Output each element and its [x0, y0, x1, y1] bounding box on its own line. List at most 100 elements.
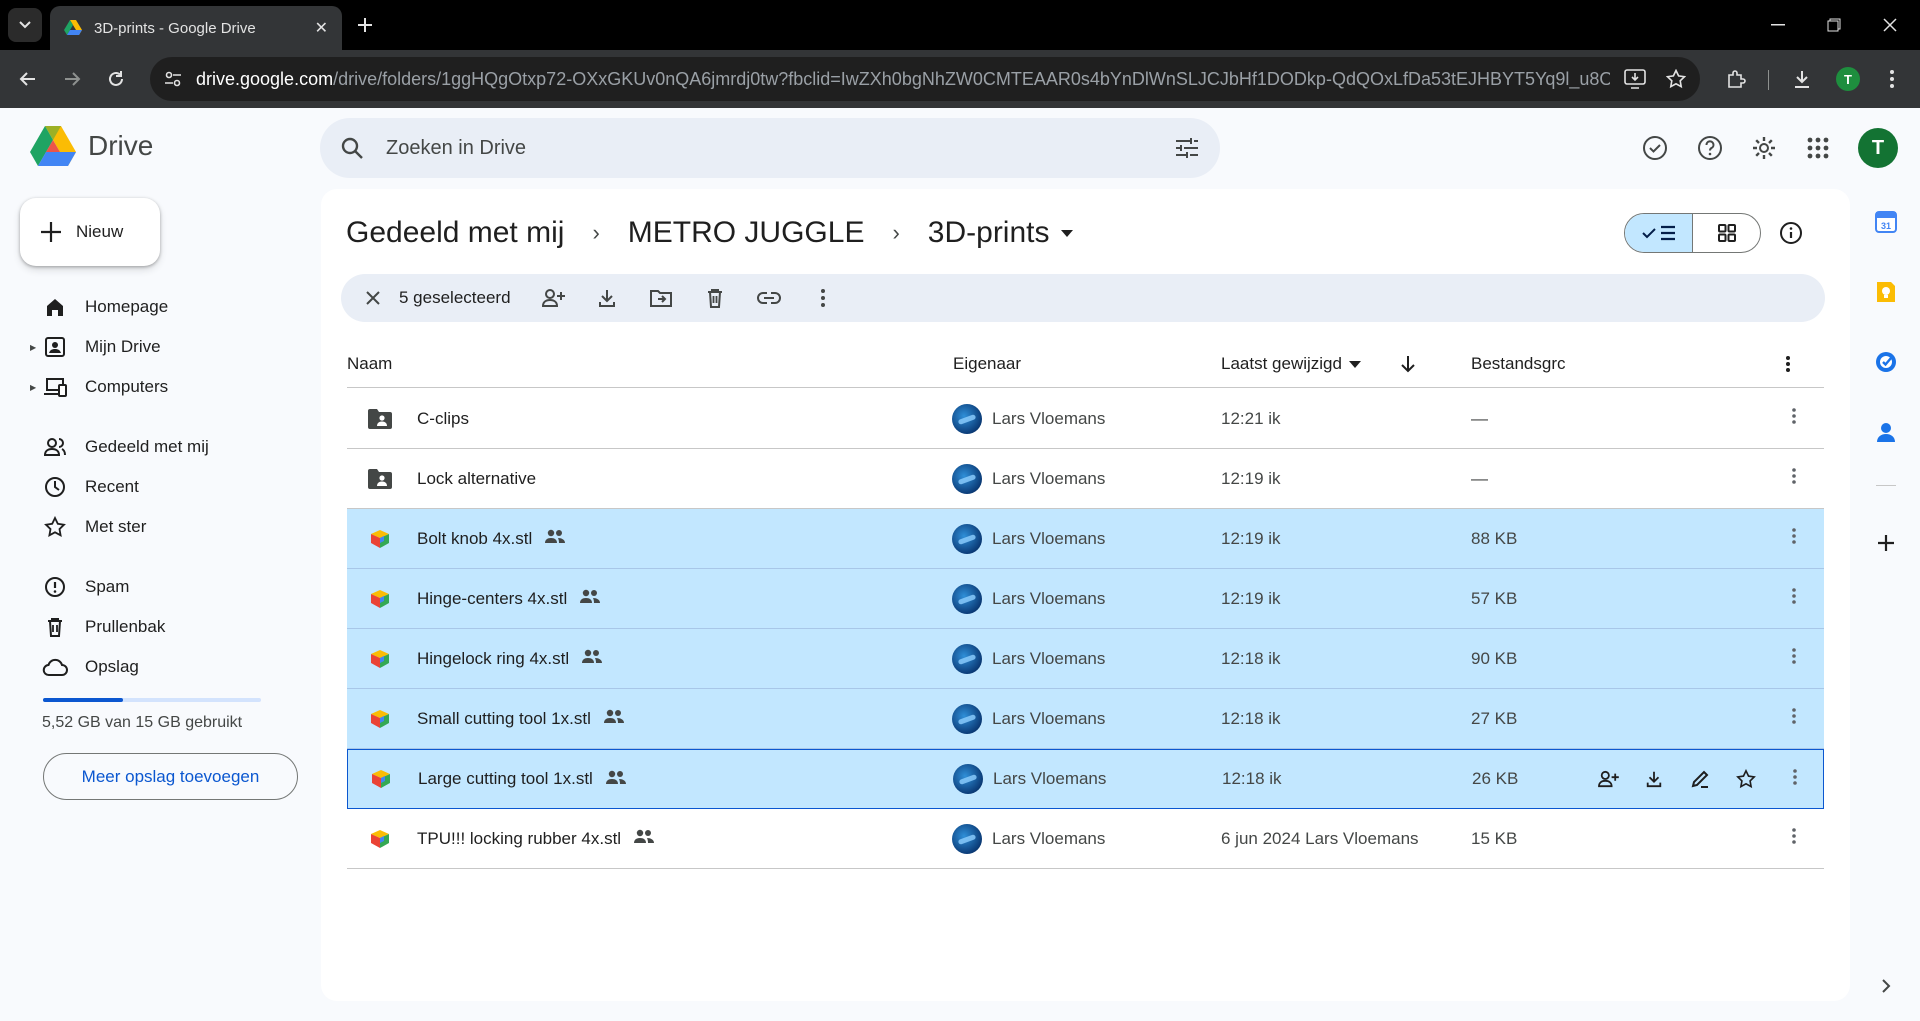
sort-arrow-down-icon[interactable] — [1400, 355, 1416, 373]
search-bar[interactable]: Zoeken in Drive — [320, 118, 1220, 178]
move-button[interactable] — [641, 278, 681, 318]
drive-logo[interactable]: Drive — [30, 126, 153, 166]
download-button[interactable] — [587, 278, 627, 318]
more-storage-button[interactable]: Meer opslag toevoegen — [43, 753, 298, 800]
details-button[interactable] — [1774, 216, 1808, 250]
grid-view-button[interactable] — [1693, 214, 1760, 252]
contacts-app-button[interactable] — [1864, 412, 1908, 452]
sidebar-item-trash[interactable]: Prullenbak — [30, 610, 290, 644]
site-info-icon[interactable] — [164, 70, 182, 88]
row-share-button[interactable] — [1588, 759, 1628, 799]
row-more-actions-button[interactable] — [1777, 809, 1811, 868]
sidebar-item-shared-with-me[interactable]: Gedeeld met mij — [30, 430, 290, 464]
file-row[interactable]: TPU!!! locking rubber 4x.stl Lars Vloeman… — [347, 809, 1824, 869]
file-name[interactable]: Large cutting tool 1x.stl — [418, 769, 593, 789]
sidebar-item-starred[interactable]: Met ster — [30, 510, 290, 544]
copy-link-button[interactable] — [749, 278, 789, 318]
close-window-button[interactable] — [1862, 0, 1918, 50]
file-name[interactable]: Bolt knob 4x.stl — [417, 529, 532, 549]
row-more-actions-button[interactable] — [1777, 689, 1811, 748]
breadcrumb-item[interactable]: METRO JUGGLE — [628, 216, 865, 250]
account-avatar[interactable]: T — [1858, 128, 1898, 168]
calendar-app-button[interactable]: 31 — [1864, 202, 1908, 242]
tasks-app-button[interactable] — [1864, 342, 1908, 382]
google-apps-button[interactable] — [1800, 130, 1836, 166]
hide-side-panel-button[interactable] — [1864, 966, 1908, 1006]
sidebar-item-label: Met ster — [85, 517, 147, 536]
list-view-button[interactable] — [1625, 214, 1693, 252]
url-path: /drive/folders/1ggHQgOtxp72-OXxGKUv0nQA6… — [333, 68, 1610, 89]
expand-caret-icon[interactable]: ▶ — [30, 343, 36, 352]
offline-ready-button[interactable] — [1637, 130, 1673, 166]
file-row[interactable]: Bolt knob 4x.stl Lars Vloemans 12:19 ik 88 … — [347, 509, 1824, 569]
tab-search-button[interactable] — [8, 8, 42, 42]
column-header-owner[interactable]: Eigenaar — [953, 340, 1021, 388]
get-addons-button[interactable] — [1864, 523, 1908, 563]
address-bar[interactable]: drive.google.com/drive/folders/1ggHQgOtx… — [150, 57, 1700, 101]
search-icon[interactable] — [340, 136, 364, 160]
file-name[interactable]: Lock alternative — [417, 469, 536, 489]
tab-close-icon[interactable]: ✕ — [315, 18, 328, 38]
search-options-icon[interactable] — [1174, 136, 1200, 160]
folder-row[interactable]: C-clips Lars Vloemans 12:21 ik — — [347, 389, 1824, 449]
restore-button[interactable] — [1806, 0, 1862, 50]
row-more-actions-button[interactable] — [1778, 750, 1812, 808]
forward-button[interactable] — [56, 63, 88, 95]
minimize-button[interactable] — [1750, 0, 1806, 50]
row-more-actions-button[interactable] — [1777, 509, 1811, 568]
back-button[interactable] — [12, 63, 44, 95]
column-header-size[interactable]: Bestandsgrc — [1471, 340, 1566, 388]
column-header-modified[interactable]: Laatst gewijzigd — [1221, 340, 1416, 388]
column-options-button[interactable] — [1785, 340, 1791, 388]
install-app-icon[interactable] — [1624, 69, 1646, 89]
search-input[interactable]: Zoeken in Drive — [386, 137, 1174, 160]
downloads-button[interactable] — [1786, 63, 1818, 95]
expand-caret-icon[interactable]: ▶ — [30, 383, 36, 392]
settings-button[interactable] — [1746, 130, 1782, 166]
row-more-actions-button[interactable] — [1777, 569, 1811, 628]
clear-selection-button[interactable] — [353, 278, 393, 318]
extensions-button[interactable] — [1720, 63, 1752, 95]
reload-button[interactable] — [100, 63, 132, 95]
file-name[interactable]: Hinge-centers 4x.stl — [417, 589, 567, 609]
breadcrumb-item[interactable]: Gedeeld met mij — [346, 216, 564, 250]
row-more-actions-button[interactable] — [1777, 449, 1811, 508]
sidebar-item-my-drive[interactable]: ▶ Mijn Drive — [30, 330, 290, 364]
browser-tab[interactable]: 3D-prints - Google Drive ✕ — [50, 6, 342, 50]
sidebar-item-homepage[interactable]: Homepage — [30, 290, 290, 324]
row-star-button[interactable] — [1726, 759, 1766, 799]
delete-button[interactable] — [695, 278, 735, 318]
new-button[interactable]: Nieuw — [20, 198, 160, 266]
file-row[interactable]: Hinge-centers 4x.stl Lars Vloemans 12:19 i… — [347, 569, 1824, 629]
row-more-actions-button[interactable] — [1777, 629, 1811, 688]
file-name[interactable]: C-clips — [417, 409, 469, 429]
sidebar-item-storage[interactable]: Opslag — [30, 650, 290, 684]
file-name[interactable]: Small cutting tool 1x.stl — [417, 709, 591, 729]
new-tab-button[interactable] — [350, 10, 380, 40]
breadcrumb-current[interactable]: 3D-prints — [928, 216, 1050, 250]
file-row[interactable]: Large cutting tool 1x.stl Lars Vloemans 12… — [347, 749, 1824, 809]
file-row[interactable]: Small cutting tool 1x.stl Lars Vloemans 12… — [347, 689, 1824, 749]
close-icon — [366, 291, 380, 305]
file-name[interactable]: TPU!!! locking rubber 4x.stl — [417, 829, 621, 849]
profile-button[interactable]: T — [1832, 63, 1864, 95]
more-actions-button[interactable] — [803, 278, 843, 318]
folder-row[interactable]: Lock alternative Lars Vloemans 12:19 ik — — [347, 449, 1824, 509]
browser-menu-button[interactable] — [1876, 63, 1908, 95]
share-button[interactable] — [533, 278, 573, 318]
bookmark-star-icon[interactable] — [1666, 69, 1686, 89]
row-rename-button[interactable] — [1680, 759, 1720, 799]
sidebar-item-recent[interactable]: Recent — [30, 470, 290, 504]
keep-app-button[interactable] — [1864, 272, 1908, 312]
sidebar-item-spam[interactable]: Spam — [30, 570, 290, 604]
file-size: — — [1471, 408, 1488, 428]
row-more-actions-button[interactable] — [1777, 389, 1811, 448]
help-button[interactable] — [1692, 130, 1728, 166]
file-name[interactable]: Hingelock ring 4x.stl — [417, 649, 569, 669]
column-header-name[interactable]: Naam — [347, 340, 392, 388]
url-text[interactable]: drive.google.com/drive/folders/1ggHQgOtx… — [196, 69, 1610, 90]
row-download-button[interactable] — [1634, 759, 1674, 799]
file-row[interactable]: Hingelock ring 4x.stl Lars Vloemans 12:18 … — [347, 629, 1824, 689]
caret-down-icon[interactable] — [1060, 228, 1074, 238]
sidebar-item-computers[interactable]: ▶ Computers — [30, 370, 290, 404]
